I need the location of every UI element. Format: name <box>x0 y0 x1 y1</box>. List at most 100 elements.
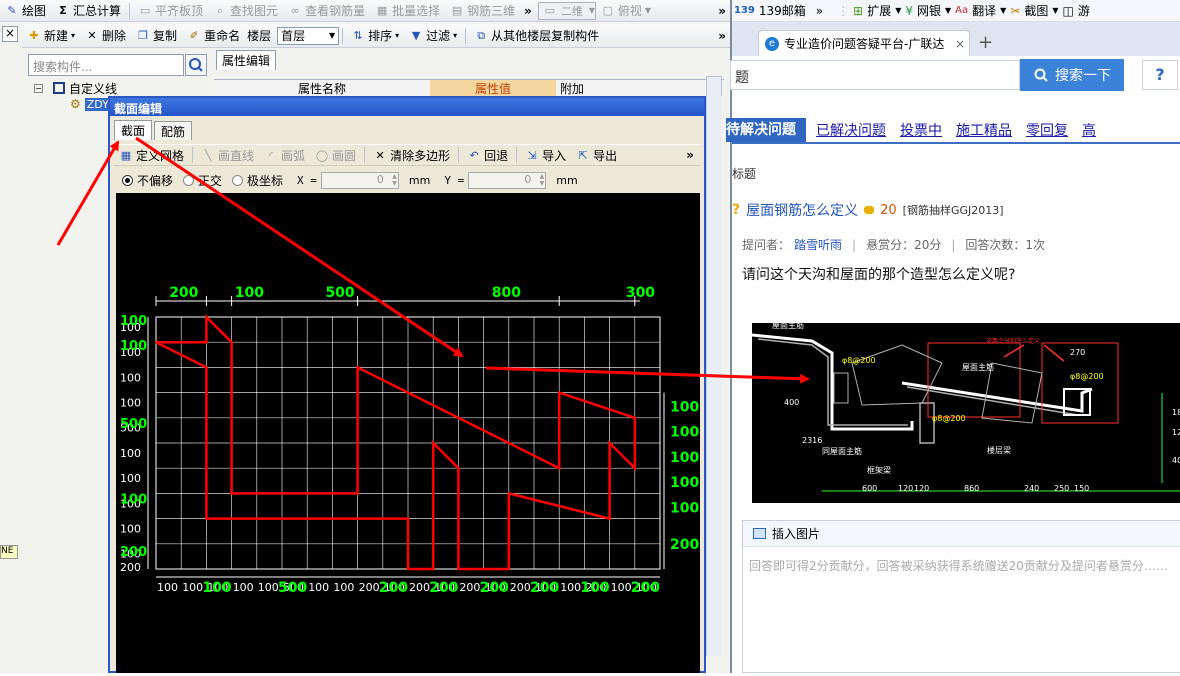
top-dimension-label: 300 <box>626 285 655 301</box>
sigma-icon: Σ <box>59 4 67 17</box>
undo-button[interactable]: ↶ 回退 <box>462 145 513 165</box>
page-search-input[interactable]: 题 <box>730 60 1020 90</box>
draw-circle-button[interactable]: ◯ 画圆 <box>310 145 361 165</box>
spinner-icon: ▲ ▼ <box>539 172 545 187</box>
bookmark-game[interactable]: 游 <box>1078 2 1090 19</box>
drawing-value: 270 <box>1070 348 1085 357</box>
draw-line-button[interactable]: ╲ 画直线 <box>196 145 259 165</box>
bookmark-translate[interactable]: 翻译 <box>972 2 996 19</box>
toolbar-more-icon[interactable]: » <box>524 4 532 18</box>
bookmark-screenshot[interactable]: 截图 <box>1024 2 1048 19</box>
sort-button[interactable]: ⇅ 排序 ▾ <box>346 26 404 46</box>
draw-arc-button[interactable]: ◜ 画弧 <box>259 145 310 165</box>
separator <box>465 27 467 44</box>
draw-button[interactable]: ✎ 绘图 <box>0 1 51 21</box>
x-label: X = <box>297 173 317 187</box>
attached-cad-image[interactable]: 屋面主筋 屋面主筋 同屋面主筋 框架梁 楼层梁 这两个分别怎么定义 φ8@200 φ8@200… <box>752 323 1180 503</box>
collapse-icon[interactable]: − <box>34 83 43 93</box>
search-submit-button[interactable]: 搜索一下 <box>1020 59 1124 91</box>
toolbar-more-icon[interactable]: » <box>686 148 694 162</box>
more-bookmarks-icon[interactable]: » <box>816 4 823 18</box>
view-angle-button[interactable]: ▢ 俯视 ▼ <box>596 1 656 21</box>
x-input[interactable]: 0 ▲ ▼ <box>320 171 399 189</box>
radio-orthogonal[interactable] <box>183 174 195 186</box>
arc-icon: ◜ <box>268 148 274 162</box>
align-slab-top-button[interactable]: ▭ 平齐板顶 <box>133 1 208 21</box>
asker-link[interactable]: 踏雪听雨 <box>794 236 842 253</box>
view-mode-select[interactable]: ▭ 二维 ▼ <box>537 1 596 20</box>
col-extra[interactable]: 附加 <box>556 80 596 97</box>
dialog-title: 截面编辑 <box>110 98 704 116</box>
top-dimension-label: 800 <box>492 285 521 301</box>
view-rebar-button[interactable]: ∞ 查看钢筋量 <box>283 1 370 21</box>
delete-button[interactable]: ✕ 删除 <box>80 26 131 46</box>
new-tab-button[interactable]: + <box>978 32 993 53</box>
bookmark-139mail[interactable]: 139邮箱 <box>759 2 806 19</box>
tab-zero-reply[interactable]: 零回复 <box>1026 120 1068 140</box>
tab-construction[interactable]: 施工精品 <box>956 120 1012 140</box>
tree-root-item[interactable]: − 自定义线 <box>28 80 208 96</box>
copy-from-floor-button[interactable]: ⧉ 从其他楼层复制构件 <box>469 26 604 46</box>
separator: ⋮ <box>837 3 850 18</box>
copy-button[interactable]: ❐ 复制 <box>131 26 182 46</box>
drawing-value: 240 <box>1024 484 1039 493</box>
tab-voting[interactable]: 投票中 <box>900 120 942 140</box>
component-search-input[interactable]: 搜索构件... <box>28 54 184 76</box>
filter-button[interactable]: ▼ 过滤 ▾ <box>404 26 462 46</box>
toolbar-more-icon[interactable]: » <box>718 4 726 18</box>
batch-select-button[interactable]: ▦ 批量选择 <box>370 1 445 21</box>
rename-button[interactable]: ✐ 重命名 <box>182 26 245 46</box>
section-grid-drawing[interactable]: 200 100 500 800 3001001001001005001001001001… <box>116 193 700 673</box>
tab-section[interactable]: 截面 <box>114 120 153 140</box>
section-canvas[interactable]: 200 100 500 800 300 100 100 100 100 500 100 100 100 1… <box>116 193 700 673</box>
tab-rebar[interactable]: 配筋 <box>154 121 193 140</box>
radio-no-offset[interactable] <box>122 174 133 186</box>
panel-close-button[interactable]: × <box>2 26 18 42</box>
bookmark-bank[interactable]: 网银 <box>917 2 941 19</box>
bookmark-extension[interactable]: 扩展 <box>867 2 891 19</box>
left-dimension-label-green: 200 <box>120 545 147 560</box>
col-property-name[interactable]: 属性名称 <box>214 80 430 97</box>
floor-select[interactable]: 首层 ▼ <box>277 26 340 45</box>
drawing-label: 楼层梁 <box>987 445 1011 455</box>
new-icon: ✚ <box>29 29 39 42</box>
y-input[interactable]: 0 ▲ ▼ <box>468 171 547 189</box>
chevron-down-icon: ▾ <box>453 31 458 40</box>
quad-outline <box>981 362 1043 424</box>
left-dimension-label-green: 100 <box>120 492 147 507</box>
import-button[interactable]: ⇲ 导入 <box>520 145 571 165</box>
sum-calc-button[interactable]: Σ 汇总计算 <box>51 1 126 21</box>
left-dimension-label: 100 <box>120 371 141 384</box>
vertical-scrollbar[interactable] <box>706 96 722 656</box>
tab-property-edit[interactable]: 属性编辑 <box>216 50 277 70</box>
rebar-3d-button[interactable]: ▤ 钢筋三维 <box>445 1 520 21</box>
new-button[interactable]: ✚ 新建 ▾ <box>22 26 80 46</box>
top-dimension-label: 200 <box>169 285 198 301</box>
clear-polygon-button[interactable]: ✕ 清除多边形 <box>368 145 455 165</box>
col-property-value[interactable]: 属性值 <box>430 79 556 98</box>
drawing-value: 120 <box>1172 428 1180 437</box>
tab-solved[interactable]: 已解决问题 <box>816 120 886 140</box>
toolbar-more-icon[interactable]: » <box>718 29 726 43</box>
radio-polar[interactable] <box>232 174 244 186</box>
find-element-button[interactable]: ⌕ 查找图元 <box>208 1 283 21</box>
bottom-dimension-label: 200 <box>510 581 531 594</box>
drawing-value: 2316 <box>802 436 822 445</box>
search-button[interactable] <box>185 54 207 76</box>
answer-textarea[interactable]: 回答即可得2分贡献分，回答被采纳获得系统赠送20贡献分及提问者悬赏分…… <box>743 547 1180 584</box>
drawing-value: φ8@200 <box>932 414 966 423</box>
browser-tab-active[interactable]: e 专业造价问题答疑平台-广联达 × <box>758 30 970 56</box>
left-dimension-label-green: 500 <box>120 417 147 432</box>
help-button[interactable]: ? <box>1142 60 1178 90</box>
export-button[interactable]: ⇱ 导出 <box>571 145 622 165</box>
clear-icon: ✕ <box>375 148 385 162</box>
tab-close-button[interactable]: × <box>955 37 965 51</box>
question-title[interactable]: 屋面钢筋怎么定义 <box>746 200 858 220</box>
find-icon: ⌕ <box>216 4 224 17</box>
chevron-down-icon: ▼ <box>328 31 336 40</box>
tab-unsolved[interactable]: 待解决问题 <box>726 118 806 142</box>
delete-icon: ✕ <box>87 29 97 42</box>
insert-image-button[interactable]: 插入图片 <box>772 525 820 542</box>
define-grid-button[interactable]: ▦ 定义网格 <box>114 145 189 165</box>
tab-high[interactable]: 高 <box>1082 120 1096 140</box>
